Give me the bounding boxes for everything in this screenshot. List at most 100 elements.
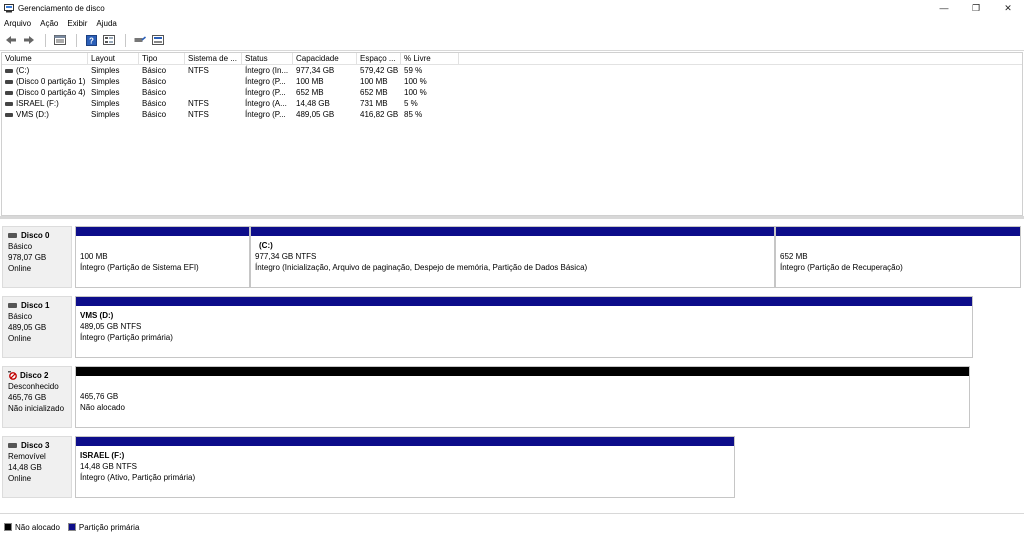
disk-label[interactable]: Disco 2 Desconhecido 465,76 GB Não inici… (2, 366, 72, 428)
partition-bar (76, 367, 969, 376)
disk-state: Online (8, 264, 32, 273)
window-title: Gerenciamento de disco (18, 3, 105, 13)
disk-size: 465,76 GB (8, 393, 47, 402)
volume-list-icon[interactable] (150, 33, 166, 47)
cell-tipo: Básico (142, 99, 167, 108)
cell-status: Íntegro (In... (245, 66, 289, 75)
legend-label-primary: Partição primária (78, 522, 140, 532)
column-header-livre[interactable]: % Livre (401, 53, 459, 64)
column-header-capacidade[interactable]: Capacidade (293, 53, 357, 64)
volume-list: Volume Layout Tipo Sistema de ... Status… (1, 52, 1023, 216)
cell-capacidade: 652 MB (296, 88, 324, 97)
volume-icon (5, 112, 13, 117)
volume-name: ISRAEL (F:) (16, 99, 59, 108)
close-button[interactable]: ✕ (992, 0, 1024, 16)
toolbar-separator (45, 33, 46, 47)
partition-block[interactable]: 465,76 GB Não alocado (75, 366, 970, 428)
disk-management-app-icon (4, 3, 14, 13)
legend-label-unallocated: Não alocado (15, 522, 60, 532)
table-row[interactable]: VMS (D:) Simples Básico NTFS Íntegro (P... 48… (2, 109, 1022, 120)
toolbar-separator (76, 33, 77, 47)
disk-view: Disco 0 Básico 978,07 GB Online 100 MB Í… (0, 219, 1024, 513)
partition-block[interactable]: VMS (D:) 489,05 GB NTFS Íntegro (Partiçã… (75, 296, 973, 358)
svg-text:?: ? (89, 36, 94, 45)
table-row[interactable]: (Disco 0 partição 4) Simples Básico Íntegro… (2, 87, 1022, 98)
partition-status: Íntegro (Partição de Recuperação) (780, 263, 903, 272)
properties-icon[interactable] (101, 33, 117, 47)
partition-size: 652 MB (780, 252, 808, 261)
disk-not-initialized-icon (8, 371, 17, 380)
volume-name: (Disco 0 partição 1) (16, 77, 86, 86)
cell-livre: 5 % (404, 99, 418, 108)
partition-bar (776, 227, 1020, 236)
column-header-sistema[interactable]: Sistema de ... (185, 53, 242, 64)
table-row[interactable]: (Disco 0 partição 1) Simples Básico Íntegro… (2, 76, 1022, 87)
disk-row: Disco 1 Básico 489,05 GB Online VMS (D:)… (2, 292, 1022, 358)
table-row[interactable]: (C:) Simples Básico NTFS Íntegro (In... 977,3… (2, 65, 1022, 76)
cell-layout: Simples (91, 110, 120, 119)
cell-status: Íntegro (P... (245, 88, 286, 97)
menu-arquivo[interactable]: Arquivo (4, 19, 31, 28)
partition-name: (C:) (259, 241, 273, 250)
cell-tipo: Básico (142, 77, 167, 86)
menu-ajuda[interactable]: Ajuda (96, 19, 116, 28)
cell-status: Íntegro (P... (245, 110, 286, 119)
disk-state: Não inicializado (8, 404, 65, 413)
cell-volume: (Disco 0 partição 4) (2, 87, 88, 98)
cell-sistema: NTFS (188, 99, 209, 108)
connect-icon[interactable] (132, 33, 148, 47)
partition-bar (76, 437, 734, 446)
forward-arrow-icon[interactable] (21, 33, 37, 47)
partition-bar (76, 227, 249, 236)
disk-state: Online (8, 334, 32, 343)
disk-type: Removível (8, 452, 46, 461)
cell-tipo: Básico (142, 88, 167, 97)
column-header-espaco[interactable]: Espaço ... (357, 53, 401, 64)
cell-layout: Simples (91, 66, 120, 75)
disk-name: Disco 3 (21, 441, 50, 450)
volume-icon (5, 90, 13, 95)
cell-tipo: Básico (142, 110, 167, 119)
legend-swatch-primary (67, 523, 76, 531)
volume-name: VMS (D:) (16, 110, 49, 119)
minimize-button[interactable]: — (928, 0, 960, 16)
cell-livre: 85 % (404, 110, 423, 119)
disk-type: Básico (8, 242, 33, 251)
partition-block[interactable]: 652 MB Íntegro (Partição de Recuperação) (775, 226, 1021, 288)
back-arrow-icon[interactable] (3, 33, 19, 47)
cell-espaco: 731 MB (360, 99, 388, 108)
partition-bar (251, 227, 774, 236)
table-row[interactable]: ISRAEL (F:) Simples Básico NTFS Íntegro (A..… (2, 98, 1022, 109)
partition-status: Íntegro (Partição de Sistema EFI) (80, 263, 199, 272)
disk-row: Disco 2 Desconhecido 465,76 GB Não inici… (2, 362, 1022, 428)
column-header-tipo[interactable]: Tipo (139, 53, 185, 64)
disk-list-icon[interactable] (52, 33, 68, 47)
partition-status: Íntegro (Partição primária) (80, 333, 173, 342)
column-header-volume[interactable]: Volume (2, 53, 88, 64)
menu-acao[interactable]: Ação (40, 19, 58, 28)
disk-icon (8, 233, 17, 238)
maximize-button[interactable]: ❐ (960, 0, 992, 16)
volume-icon (5, 68, 13, 73)
help-icon[interactable]: ? (83, 33, 99, 47)
disk-size: 489,05 GB (8, 323, 47, 332)
column-header-layout[interactable]: Layout (88, 53, 139, 64)
cell-capacidade: 489,05 GB (296, 110, 335, 119)
partition-size: 14,48 GB NTFS (80, 462, 137, 471)
partition-name: ISRAEL (F:) (80, 451, 125, 460)
partition-block[interactable]: (C:) 977,34 GB NTFS Íntegro (Inicializaç… (250, 226, 775, 288)
partition-name (80, 380, 969, 391)
cell-volume: VMS (D:) (2, 109, 88, 120)
partition-block[interactable]: ISRAEL (F:) 14,48 GB NTFS Íntegro (Ativo… (75, 436, 735, 498)
menu-exibir[interactable]: Exibir (67, 19, 87, 28)
title-bar: Gerenciamento de disco — ❐ ✕ (0, 0, 1024, 16)
disk-label[interactable]: Disco 3 Removível 14,48 GB Online (2, 436, 72, 498)
volume-list-header: Volume Layout Tipo Sistema de ... Status… (2, 53, 1022, 65)
toolbar-separator (125, 33, 126, 47)
disk-label[interactable]: Disco 1 Básico 489,05 GB Online (2, 296, 72, 358)
cell-layout: Simples (91, 99, 120, 108)
partition-block[interactable]: 100 MB Íntegro (Partição de Sistema EFI) (75, 226, 250, 288)
disk-label[interactable]: Disco 0 Básico 978,07 GB Online (2, 226, 72, 288)
column-header-status[interactable]: Status (242, 53, 293, 64)
toolbar: ? (0, 30, 1024, 51)
